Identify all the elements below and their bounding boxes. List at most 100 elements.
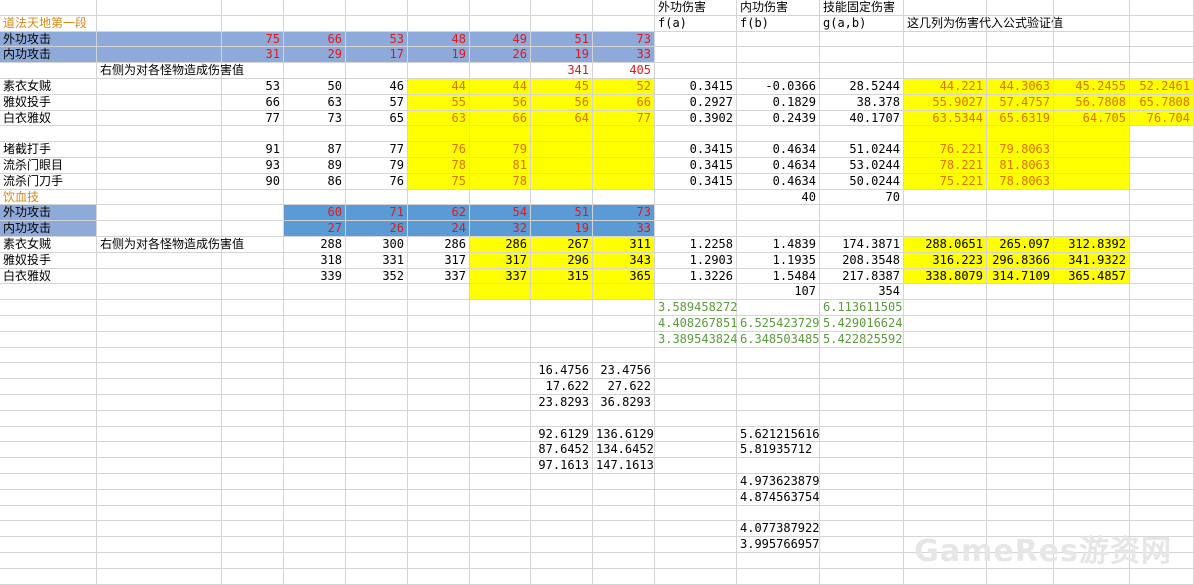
cell[interactable] [0,363,97,379]
cell[interactable] [593,474,655,490]
damage-value[interactable]: 45 [531,79,593,95]
calc-value[interactable]: 97.1613 [531,458,593,474]
g-value[interactable]: 0.1829 [737,95,820,111]
cell[interactable] [593,126,655,142]
damage-value[interactable]: 365 [593,269,655,284]
cell[interactable] [593,569,655,585]
verify-value[interactable]: 64.705 [1054,111,1130,126]
cell[interactable] [97,379,222,395]
verify-value[interactable]: 56.7808 [1054,95,1130,111]
cell[interactable] [222,126,284,142]
cell[interactable] [987,284,1054,300]
cell[interactable] [346,126,408,142]
cell[interactable] [737,205,820,221]
cell[interactable] [593,0,655,16]
damage-value[interactable]: 81 [470,158,531,174]
damage-value[interactable]: 52 [593,79,655,95]
attack-label[interactable]: 内功攻击 [0,221,97,237]
cell[interactable] [222,348,284,363]
cell[interactable] [222,474,284,490]
cell[interactable] [593,190,655,205]
cell[interactable] [655,506,737,521]
cell[interactable] [655,569,737,585]
cell[interactable] [1054,490,1130,506]
cell[interactable] [1130,63,1194,79]
cell[interactable] [531,126,593,142]
derived-value[interactable]: 3.589458272 [655,300,737,316]
h-value[interactable]: 40.1707 [820,111,904,126]
monster-name[interactable]: 雅奴投手 [0,95,97,111]
calc-value[interactable]: 87.6452 [531,442,593,458]
cell[interactable] [1054,158,1130,174]
cell[interactable] [284,569,346,585]
cell[interactable] [904,490,987,506]
cell[interactable] [531,300,593,316]
attack-label[interactable]: 内功攻击 [0,47,97,63]
calc-value[interactable]: 5.621215616 [737,427,820,442]
cell[interactable] [408,490,470,506]
cell[interactable] [284,427,346,442]
cell[interactable] [0,332,97,348]
verify-value[interactable]: 52.2461 [1130,79,1194,95]
cell[interactable] [737,47,820,63]
header-f-formula[interactable]: f(a) [655,16,737,32]
attack-value[interactable]: 73 [593,32,655,47]
cell[interactable] [1054,316,1130,332]
cell[interactable] [222,190,284,205]
attack-value[interactable]: 66 [284,32,346,47]
cell[interactable] [470,395,531,411]
cell[interactable] [470,427,531,442]
cell[interactable] [408,316,470,332]
cell[interactable] [408,411,470,427]
cell[interactable] [904,63,987,79]
cell[interactable] [1054,395,1130,411]
calc-value[interactable]: 23.8293 [531,395,593,411]
damage-value[interactable]: 352 [346,269,408,284]
cell[interactable] [593,521,655,537]
cell[interactable] [987,300,1054,316]
cell[interactable] [222,490,284,506]
cell[interactable] [820,506,904,521]
cell[interactable] [655,442,737,458]
damage-value[interactable]: 66 [470,111,531,126]
calc-value[interactable]: 23.4756 [593,363,655,379]
cell[interactable] [1130,474,1194,490]
cell[interactable] [222,63,284,79]
damage-value[interactable]: 77 [346,142,408,158]
cell[interactable] [904,474,987,490]
cell[interactable] [1130,348,1194,363]
verify-value[interactable]: 65.6319 [987,111,1054,126]
cell[interactable] [593,537,655,553]
attack-value[interactable]: 19 [531,47,593,63]
damage-value[interactable]: 53 [222,79,284,95]
cell[interactable] [987,569,1054,585]
cell[interactable] [222,537,284,553]
cell[interactable] [820,537,904,553]
cell[interactable] [987,47,1054,63]
damage-value[interactable]: 86 [284,174,346,190]
cell[interactable] [346,506,408,521]
cell[interactable] [1054,221,1130,237]
cell[interactable] [97,411,222,427]
cell[interactable] [593,332,655,348]
cell[interactable] [470,490,531,506]
cell[interactable] [655,490,737,506]
cell[interactable] [1130,142,1194,158]
attack-value[interactable]: 19 [408,47,470,63]
f-value[interactable]: 0.3415 [655,158,737,174]
cell[interactable] [593,284,655,300]
attack-value[interactable]: 26 [346,221,408,237]
cell[interactable] [408,16,470,32]
cell[interactable] [97,569,222,585]
cell[interactable] [820,458,904,474]
damage-value[interactable]: 300 [346,237,408,253]
cell[interactable] [284,506,346,521]
cell[interactable] [987,506,1054,521]
cell[interactable] [904,300,987,316]
cell[interactable] [284,316,346,332]
cell[interactable] [531,190,593,205]
cell[interactable] [904,284,987,300]
cell[interactable] [593,142,655,158]
cell[interactable] [655,537,737,553]
cell[interactable] [1130,458,1194,474]
